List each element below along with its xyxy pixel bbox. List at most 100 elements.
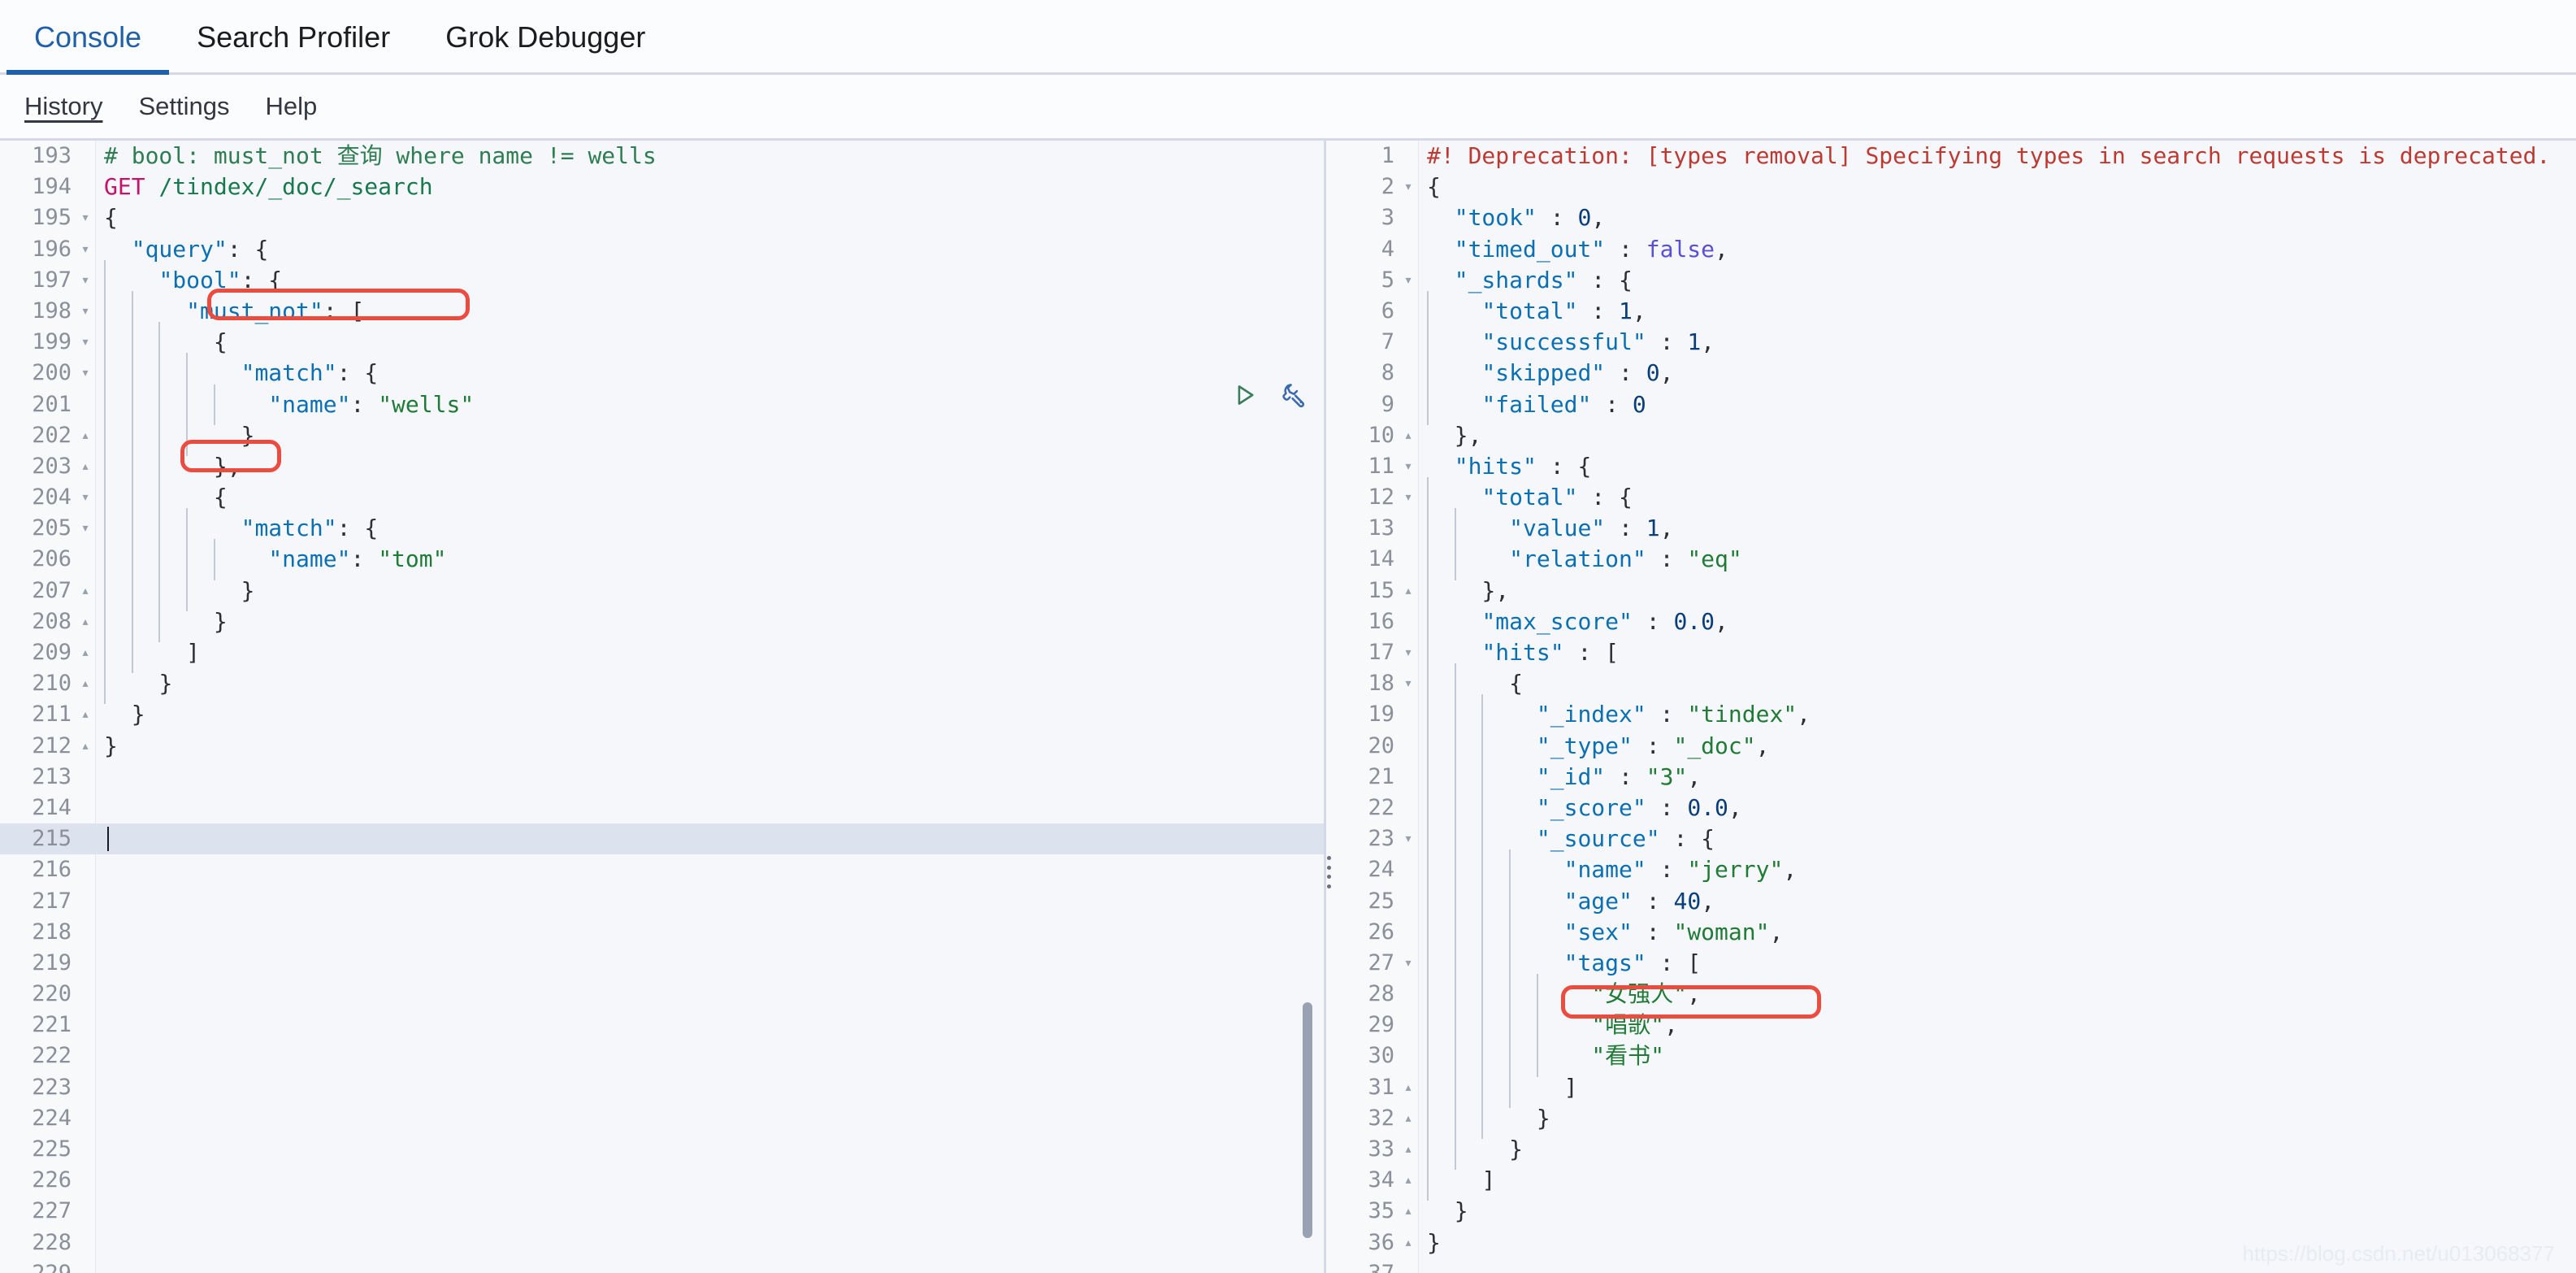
fold-toggle-icon[interactable]: ▾	[1398, 451, 1419, 482]
code-line[interactable]: 221	[0, 1010, 1324, 1041]
fold-toggle-icon[interactable]: ▾	[75, 234, 96, 265]
code-line[interactable]: 19 "_index" : "tindex",	[1326, 694, 2574, 736]
code-line[interactable]: 210 ▴ }	[0, 663, 1324, 705]
play-icon[interactable]	[1231, 381, 1259, 409]
code-line[interactable]: 2 ▾ {	[1326, 172, 2574, 202]
code-line[interactable]: 219	[0, 948, 1324, 979]
request-editor-code[interactable]: 193 # bool: must_not 查询 where name != wel…	[0, 141, 1324, 1273]
tab-grok-debugger[interactable]: Grok Debugger	[418, 20, 673, 72]
editor-vertical-scrollbar[interactable]	[1303, 1002, 1312, 1238]
code-line[interactable]: 198 ▾ "must_not": [	[0, 290, 1324, 332]
fold-toggle-icon[interactable]: ▴	[1398, 576, 1419, 606]
pane-resize-handle[interactable]	[1320, 856, 1338, 888]
fold-toggle-icon[interactable]: ▾	[1398, 482, 1419, 513]
code-line[interactable]: 16 "max_score" : 0.0,	[1326, 601, 2574, 643]
fold-toggle-icon[interactable]: ▾	[75, 296, 96, 327]
fold-toggle-icon[interactable]: ▴	[1398, 1196, 1419, 1227]
code-line[interactable]: 25 "age" : 40,	[1326, 880, 2574, 922]
fold-toggle-icon[interactable]: ▾	[1398, 265, 1419, 296]
code-line[interactable]: 218	[0, 917, 1324, 948]
fold-toggle-icon[interactable]: ▾	[75, 327, 96, 358]
code-line[interactable]: 14 "relation" : "eq"	[1326, 539, 2574, 580]
fold-toggle-icon[interactable]: ▾	[1398, 172, 1419, 202]
code-line[interactable]: 30 "看书"	[1326, 1036, 2574, 1077]
code-line[interactable]: 213	[0, 762, 1324, 793]
fold-toggle-icon[interactable]: ▴	[1398, 1103, 1419, 1134]
code-line[interactable]: 196 ▾ "query": {	[0, 234, 1324, 265]
code-line[interactable]: 26 "sex" : "woman",	[1326, 911, 2574, 954]
code-line[interactable]: 18 ▾ {	[1326, 663, 2574, 705]
code-line[interactable]: 197 ▾ "bool": {	[0, 259, 1324, 302]
fold-toggle-icon[interactable]: ▴	[1398, 1165, 1419, 1196]
code-line[interactable]: 214	[0, 793, 1324, 823]
code-line[interactable]: 209 ▴ ]	[0, 632, 1324, 674]
fold-toggle-icon[interactable]: ▴	[75, 668, 96, 699]
tab-search-profiler[interactable]: Search Profiler	[169, 20, 418, 72]
fold-toggle-icon[interactable]: ▴	[1398, 420, 1419, 451]
response-viewer-code[interactable]: 1 #! Deprecation: [types removal] Specify…	[1326, 141, 2574, 1273]
code-line[interactable]: 220	[0, 979, 1324, 1010]
code-line[interactable]: 9 "failed" : 0	[1326, 384, 2574, 425]
code-line[interactable]: 225	[0, 1134, 1324, 1165]
code-line[interactable]: 35 ▴ }	[1326, 1196, 2574, 1227]
code-line[interactable]: 229	[0, 1258, 1324, 1273]
code-line[interactable]: 23 ▾ "_source" : {	[1326, 819, 2574, 860]
fold-toggle-icon[interactable]: ▴	[75, 606, 96, 637]
fold-toggle-icon[interactable]: ▾	[75, 358, 96, 389]
code-line[interactable]: 3 "took" : 0,	[1326, 202, 2574, 233]
code-line[interactable]: 12 ▾ "total" : {	[1326, 477, 2574, 519]
code-line[interactable]: 226	[0, 1165, 1324, 1196]
code-line[interactable]: 6 "total" : 1,	[1326, 290, 2574, 332]
code-line[interactable]: 22 "_score" : 0.0,	[1326, 787, 2574, 829]
code-line[interactable]: 1 #! Deprecation: [types removal] Specify…	[1326, 141, 2574, 172]
code-line[interactable]: 223	[0, 1072, 1324, 1103]
fold-toggle-icon[interactable]: ▾	[1398, 948, 1419, 979]
code-line[interactable]: 8 "skipped" : 0,	[1326, 353, 2574, 394]
code-line[interactable]: 34 ▴ ]	[1326, 1160, 2574, 1201]
subnav-item-history[interactable]: History	[23, 89, 104, 124]
wrench-icon[interactable]	[1280, 381, 1308, 409]
code-line[interactable]: 193 # bool: must_not 查询 where name != wel…	[0, 141, 1324, 172]
code-line[interactable]: 199 ▾ {	[0, 322, 1324, 363]
code-line[interactable]: 27 ▾ "tags" : [	[1326, 942, 2574, 984]
code-line[interactable]: 203 ▴ },	[0, 445, 1324, 488]
code-line[interactable]: 195 ▾ {	[0, 202, 1324, 233]
code-line[interactable]: 206 "name": "tom"	[0, 539, 1324, 580]
code-line[interactable]: 202 ▴ }	[0, 415, 1324, 457]
tab-console[interactable]: Console	[7, 20, 170, 75]
code-line[interactable]: 222	[0, 1041, 1324, 1071]
code-line[interactable]: 4 "timed_out" : false,	[1326, 234, 2574, 265]
fold-toggle-icon[interactable]: ▴	[75, 699, 96, 730]
code-line[interactable]: 217	[0, 886, 1324, 917]
code-line[interactable]: 29 "唱歌",	[1326, 1005, 2574, 1046]
code-line[interactable]: 215	[0, 823, 1324, 855]
code-line[interactable]: 205 ▾ "match": {	[0, 508, 1324, 550]
fold-toggle-icon[interactable]: ▾	[75, 265, 96, 296]
fold-toggle-icon[interactable]: ▾	[1398, 668, 1419, 699]
fold-toggle-icon[interactable]: ▾	[75, 482, 96, 513]
code-line[interactable]: 21 "_id" : "3",	[1326, 756, 2574, 798]
code-line[interactable]: 33 ▴ }	[1326, 1128, 2574, 1171]
code-line[interactable]: 227	[0, 1196, 1324, 1227]
code-line[interactable]: 228	[0, 1227, 1324, 1258]
code-line[interactable]: 15 ▴ },	[1326, 570, 2574, 612]
code-line[interactable]: 224	[0, 1103, 1324, 1134]
response-viewer-pane[interactable]: 1 #! Deprecation: [types removal] Specify…	[1326, 141, 2574, 1273]
request-editor-pane[interactable]: 193 # bool: must_not 查询 where name != wel…	[0, 141, 1326, 1273]
code-line[interactable]: 24 "name" : "jerry",	[1326, 849, 2574, 891]
fold-toggle-icon[interactable]: ▾	[75, 202, 96, 233]
fold-toggle-icon[interactable]: ▴	[1398, 1227, 1419, 1258]
code-line[interactable]: 204 ▾ {	[0, 477, 1324, 519]
code-line[interactable]: 28 "女强人",	[1326, 974, 2574, 1015]
fold-toggle-icon[interactable]: ▾	[1398, 823, 1419, 854]
code-line[interactable]: 17 ▾ "hits" : [	[1326, 632, 2574, 674]
code-line[interactable]: 13 "value" : 1,	[1326, 508, 2574, 550]
code-line[interactable]: 194 GET /tindex/_doc/_search	[0, 172, 1324, 202]
fold-toggle-icon[interactable]: ▴	[75, 451, 96, 482]
code-line[interactable]: 20 "_type" : "_doc",	[1326, 725, 2574, 767]
code-line[interactable]: 211 ▴ }	[0, 699, 1324, 730]
code-line[interactable]: 207 ▴ }	[0, 570, 1324, 612]
fold-toggle-icon[interactable]: ▴	[1398, 1072, 1419, 1103]
fold-toggle-icon[interactable]: ▾	[1398, 637, 1419, 668]
code-line[interactable]: 200 ▾ "match": {	[0, 353, 1324, 394]
